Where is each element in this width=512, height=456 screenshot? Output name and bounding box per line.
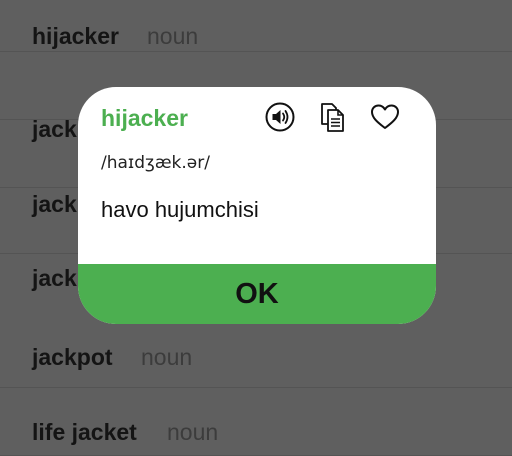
dialog-phonetic: /haɪdʒæk.ər/ xyxy=(101,153,210,173)
list-item[interactable]: life jacket noun xyxy=(0,388,512,456)
list-item-word: life jacket xyxy=(32,419,137,445)
list-item-pos: noun xyxy=(141,344,193,370)
ok-button[interactable]: OK xyxy=(78,264,436,324)
word-dialog: hijacker /haɪdʒæk.ər/ havo hujumchisi OK xyxy=(78,87,436,324)
list-item[interactable]: hijacker noun xyxy=(0,0,512,52)
list-item-word: jackpot xyxy=(32,344,113,370)
copy-icon[interactable] xyxy=(316,101,348,133)
list-item-pos: noun xyxy=(147,23,199,49)
dialog-word: hijacker xyxy=(101,105,188,131)
speaker-icon[interactable] xyxy=(264,101,296,133)
list-item[interactable]: jackpot noun xyxy=(0,320,512,388)
dialog-definition: havo hujumchisi xyxy=(101,197,259,222)
heart-icon[interactable] xyxy=(369,101,401,133)
list-item-pos: noun xyxy=(167,419,219,445)
list-item-word: jack xyxy=(32,265,77,291)
list-item-word: hijacker xyxy=(32,23,119,49)
